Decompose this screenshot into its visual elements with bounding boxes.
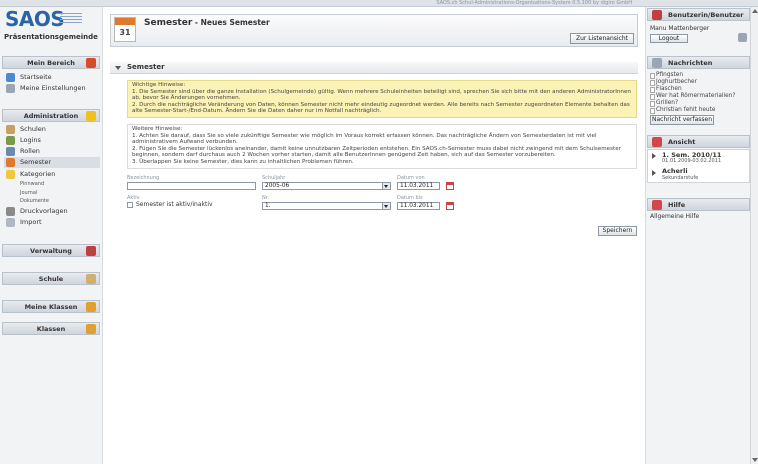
person-icon <box>86 58 96 68</box>
group-icon <box>86 324 96 334</box>
sidebar-header-verwaltung[interactable]: Verwaltung <box>2 244 100 257</box>
saos-logo[interactable]: SAOS <box>5 7 65 31</box>
messages-panel-header: Nachrichten <box>647 56 750 69</box>
section-title: Semester <box>127 63 165 71</box>
bezeichnung-input[interactable] <box>127 182 256 190</box>
arrow-right-icon <box>652 170 656 176</box>
settings-wrench-icon[interactable] <box>738 33 747 42</box>
chevron-down-icon <box>382 183 390 189</box>
schuljahr-select[interactable]: 2005-06 <box>262 182 391 190</box>
further-notes-box: Weitere Hinweise: 1. Achten Sie darauf, … <box>127 124 637 169</box>
aktiv-checkbox[interactable] <box>127 202 133 208</box>
datum-bis-label: Datum bis <box>397 195 423 201</box>
sidebar-header-schule[interactable]: Schule <box>2 272 100 285</box>
aktiv-checkbox-label: Semester ist aktiv/inaktiv <box>136 201 213 208</box>
calendar-picker-icon[interactable] <box>446 202 454 210</box>
user-icon <box>652 10 662 20</box>
datum-bis-input[interactable]: 11.03.2011 <box>397 202 440 210</box>
scroll-up-icon[interactable] <box>752 9 758 13</box>
sidebar-header-klassen[interactable]: Klassen <box>2 322 100 335</box>
sidebar-item-kategorien[interactable]: Kategorien <box>4 169 100 180</box>
save-button[interactable]: Speichern <box>598 226 637 236</box>
sidebar-item-logins[interactable]: Logins <box>4 135 100 146</box>
roles-icon <box>6 147 15 156</box>
users-icon <box>6 136 15 145</box>
scrollbar[interactable] <box>750 7 758 464</box>
sidebar-item-semester[interactable]: Semester <box>4 157 100 168</box>
calendar-icon: 31 <box>114 17 136 42</box>
place-title[interactable]: Acherli <box>662 167 688 175</box>
calendar-picker-icon[interactable] <box>446 182 454 190</box>
lifebuoy-icon <box>652 200 662 210</box>
page-subtitle: - Neues Semester <box>192 18 270 27</box>
sidebar-header-administration[interactable]: Administration <box>2 109 100 122</box>
warning-icon <box>86 111 96 121</box>
sidebar-subitem-dokumente[interactable]: Dokumente <box>20 197 49 206</box>
sidebar-item-import[interactable]: Import <box>4 217 100 228</box>
user-name: Manu Mattenberger <box>650 25 710 32</box>
sidebar-header-meine-klassen[interactable]: Meine Klassen <box>2 300 100 313</box>
nr-select[interactable]: 1. <box>262 202 391 210</box>
nr-label: Nr. <box>262 195 269 201</box>
semester-dates: 01.01.2009-03.02.2011 <box>662 158 722 164</box>
collapse-arrow-icon[interactable] <box>115 66 121 70</box>
schuljahr-label: Schuljahr <box>262 175 286 181</box>
system-info: SAOS.ch Schul-Administrations-Organisati… <box>436 0 632 6</box>
page-title: Semester - Neues Semester <box>144 18 270 28</box>
calendar-icon <box>6 158 15 167</box>
help-panel-header: Hilfe <box>647 198 750 211</box>
message-item[interactable]: Pfingsten <box>650 72 683 79</box>
message-item[interactable]: Joghurtbecher <box>650 79 697 86</box>
scroll-down-icon[interactable] <box>752 458 758 462</box>
sidebar-header-mein-bereich[interactable]: Mein Bereich <box>2 56 100 69</box>
logo-lines-icon <box>60 13 82 28</box>
message-item[interactable]: Wer hat Römermaterialien? <box>650 93 735 100</box>
wrench-icon <box>6 84 15 93</box>
bezeichnung-label: Bezeichnung <box>127 175 160 181</box>
datum-von-label: Datum von <box>397 175 425 181</box>
sidebar-item-meine-einstellungen[interactable]: Meine Einstellungen <box>4 83 100 94</box>
printer-icon <box>6 207 15 216</box>
section-header[interactable] <box>110 62 638 74</box>
import-icon <box>6 218 15 227</box>
building-icon <box>6 125 15 134</box>
compose-message-button[interactable]: Nachricht verfassen <box>650 115 714 125</box>
tools-icon <box>86 246 96 256</box>
logout-button[interactable]: Logout <box>650 34 688 43</box>
school-name: Präsentationsgemeinde <box>4 33 98 41</box>
arrow-right-icon <box>652 153 656 159</box>
place-subtitle: Sekundarstufe <box>662 175 699 181</box>
school-icon <box>86 274 96 284</box>
list-view-button[interactable]: Zur Listenansicht <box>570 33 634 44</box>
top-bar <box>0 0 758 7</box>
message-item[interactable]: Christian fehlt heute <box>650 107 715 114</box>
chevron-down-icon <box>382 203 390 209</box>
group-icon <box>86 302 96 312</box>
datum-von-input[interactable]: 11.03.2011 <box>397 182 440 190</box>
sidebar-item-druckvorlagen[interactable]: Druckvorlagen <box>4 206 100 217</box>
view-panel-header: Ansicht <box>647 135 750 148</box>
sidebar-item-rollen[interactable]: Rollen <box>4 146 100 157</box>
folder-icon <box>6 170 15 179</box>
message-icon <box>652 58 662 68</box>
help-link[interactable]: Allgemeine Hilfe <box>650 213 699 220</box>
lifebuoy-icon <box>652 137 662 147</box>
message-item[interactable]: Flaschen <box>650 86 682 93</box>
user-panel-header: Benutzerin/Benutzer <box>647 8 750 21</box>
sidebar-subitem-pinnwand[interactable]: Pinnwand <box>20 180 44 189</box>
globe-icon <box>6 73 15 82</box>
sidebar-item-startseite[interactable]: Startseite <box>4 72 100 83</box>
message-item[interactable]: Grillen? <box>650 100 678 107</box>
sidebar-item-schulen[interactable]: Schulen <box>4 124 100 135</box>
important-notes-box: Wichtige Hinweise: 1. Die Semester sind … <box>127 80 637 118</box>
